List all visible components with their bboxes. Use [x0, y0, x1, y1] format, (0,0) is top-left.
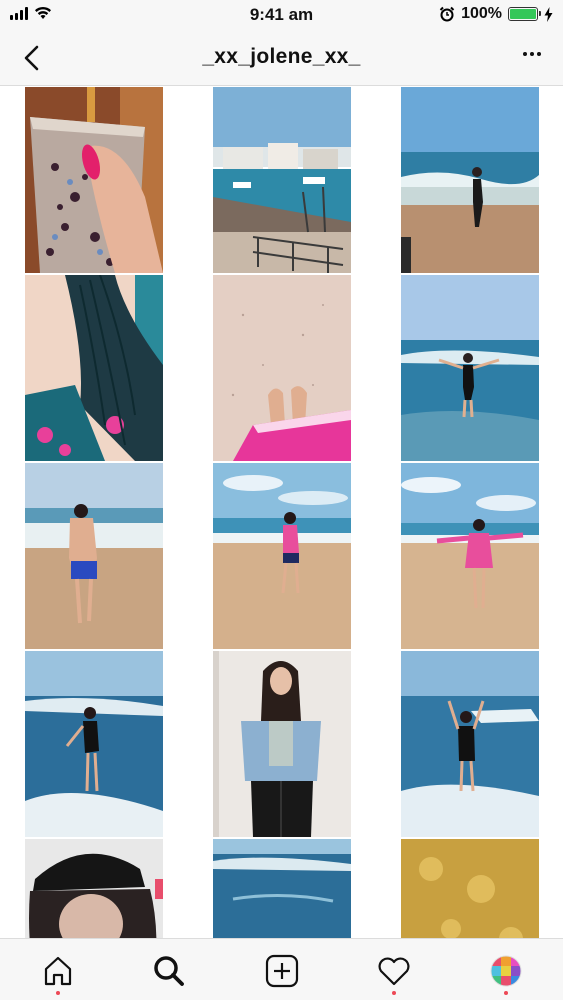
pink-top-pose-photo: [213, 463, 351, 649]
more-dot: [537, 52, 541, 56]
ocean-waves-photo: [213, 839, 351, 938]
feet-sand-photo: [213, 275, 351, 461]
heart-icon: [378, 957, 410, 986]
battery-percent: 100%: [461, 5, 502, 22]
photo-tile[interactable]: [25, 87, 163, 273]
arms-spread-sea-photo: [401, 275, 539, 461]
photo-tile[interactable]: [401, 651, 539, 837]
search-icon: [154, 956, 184, 986]
photo-tile[interactable]: [25, 463, 163, 649]
tumbler-photo: [25, 87, 163, 273]
battery-fill: [510, 9, 536, 19]
add-post-icon: [265, 954, 299, 988]
pink-top-arms-out-photo: [401, 463, 539, 649]
photo-tile[interactable]: [213, 87, 351, 273]
photo-tile[interactable]: [213, 651, 351, 837]
blue-shorts-beach-photo: [25, 463, 163, 649]
notification-dot: [392, 991, 396, 995]
photo-grid: [0, 87, 563, 938]
photo-tile[interactable]: [401, 275, 539, 461]
splashing-sea-photo: [401, 651, 539, 837]
photo-tile[interactable]: [25, 839, 163, 938]
black-cap-selfie-photo: [25, 839, 163, 938]
tab-bar: [0, 938, 563, 1000]
harbour-photo: [213, 87, 351, 273]
tab-home[interactable]: [40, 953, 76, 995]
photo-tile[interactable]: [25, 275, 163, 461]
golden-surface-hands-photo: [401, 839, 539, 938]
status-right: 100%: [439, 5, 553, 23]
charging-bolt-icon: [544, 6, 553, 22]
beach-walk-photo: [401, 87, 539, 273]
tab-activity[interactable]: [376, 953, 412, 995]
tab-add-post[interactable]: [264, 953, 300, 989]
tab-profile[interactable]: [488, 953, 524, 995]
status-bar: 9:41 am 100%: [0, 0, 563, 30]
nav-bar: _xx_jolene_xx_: [0, 30, 563, 86]
tab-search[interactable]: [151, 953, 187, 989]
black-outfit-waves-photo: [25, 651, 163, 837]
more-dots-icon: [523, 52, 527, 56]
home-icon: [44, 956, 72, 986]
photo-tile[interactable]: [213, 839, 351, 938]
profile-avatar-icon: [490, 955, 522, 987]
denim-jacket-photo: [213, 651, 351, 837]
wet-hair-photo: [25, 275, 163, 461]
photo-tile[interactable]: [213, 463, 351, 649]
photo-tile[interactable]: [401, 839, 539, 938]
photo-tile[interactable]: [401, 87, 539, 273]
photo-tile[interactable]: [401, 463, 539, 649]
notification-dot: [56, 991, 60, 995]
page-title: _xx_jolene_xx_: [202, 45, 361, 68]
more-options-button[interactable]: [523, 52, 541, 56]
alarm-clock-icon: [439, 6, 455, 22]
more-dot: [530, 52, 534, 56]
photo-tile[interactable]: [213, 275, 351, 461]
battery-icon: [508, 7, 541, 21]
notification-dot: [504, 991, 508, 995]
photo-tile[interactable]: [25, 651, 163, 837]
